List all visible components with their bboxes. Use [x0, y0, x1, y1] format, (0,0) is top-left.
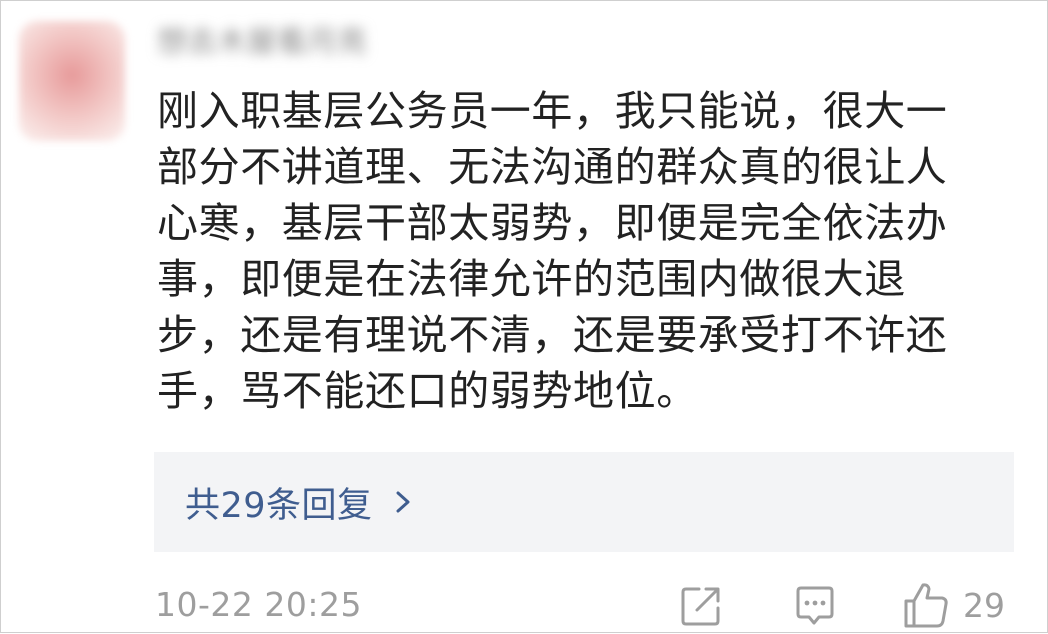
like-button[interactable]: 29: [901, 579, 1005, 631]
comment-line: 部分不讲道理、无法沟通的群众真的很让人: [157, 143, 948, 191]
comment-line: 步，还是有理说不清，还是要承受打不许还: [157, 311, 948, 359]
chevron-right-icon: [391, 487, 415, 517]
comment-line: 刚入职基层公务员一年，我只能说，很大一: [157, 87, 948, 135]
username[interactable]: 想去木屋看月亮: [157, 23, 427, 63]
replies-count-label: 共29条回复: [185, 485, 373, 526]
timestamp: 10-22 20:25: [155, 585, 362, 624]
avatar[interactable]: [19, 21, 125, 141]
share-icon[interactable]: [679, 584, 723, 628]
view-replies-button[interactable]: 共29条回复: [154, 452, 1014, 552]
comment-bubble-icon[interactable]: [793, 584, 837, 628]
comment-card: 想去木屋看月亮 刚入职基层公务员一年，我只能说，很大一 部分不讲道理、无法沟通的…: [0, 0, 1048, 633]
comment-footer: 10-22 20:25 29: [1, 579, 1048, 631]
comment-line: 心寒，基层干部太弱势，即便是完全依法办: [157, 199, 948, 247]
comment-body: 刚入职基层公务员一年，我只能说，很大一 部分不讲道理、无法沟通的群众真的很让人 …: [157, 83, 1027, 419]
like-count: 29: [963, 585, 1005, 625]
comment-line: 事，即便是在法律允许的范围内做很大退: [157, 255, 906, 303]
comment-line: 手，骂不能还口的弱势地位。: [157, 367, 698, 415]
thumbs-up-icon: [901, 580, 951, 630]
